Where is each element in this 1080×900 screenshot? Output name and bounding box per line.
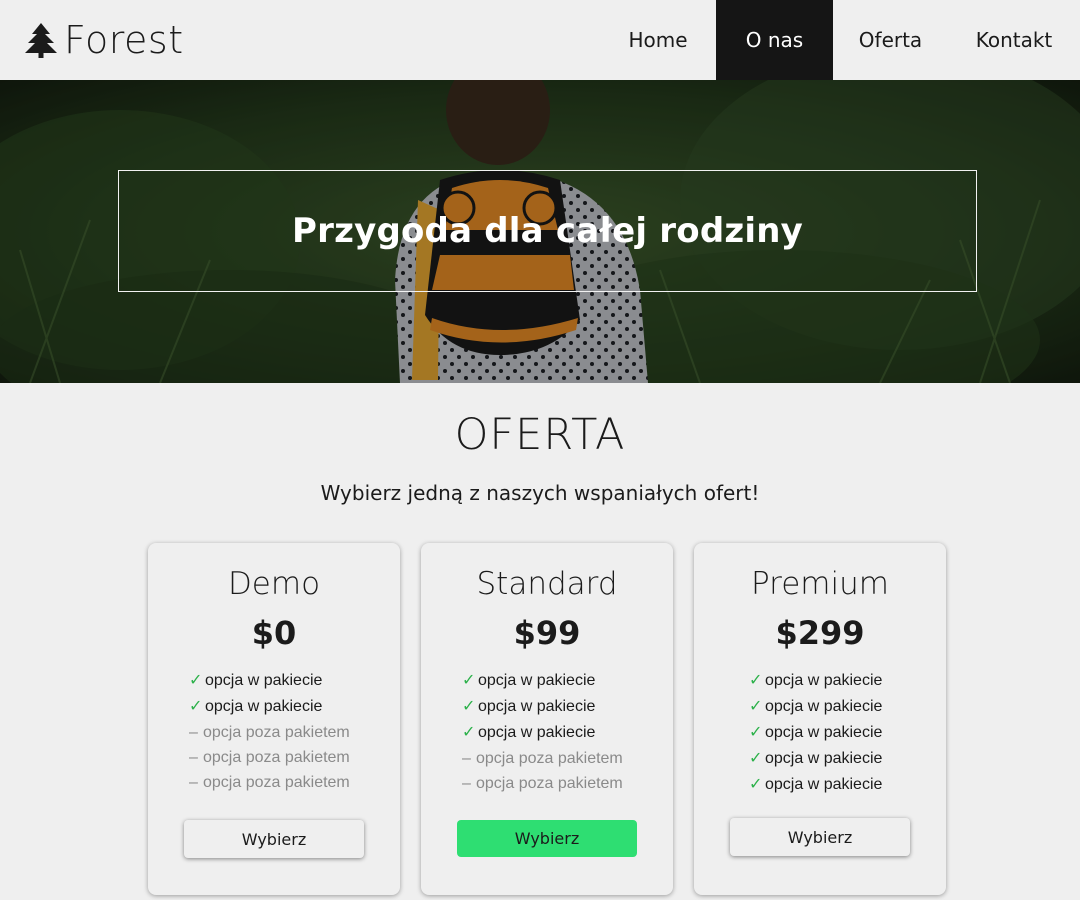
feature-included: ✓ opcja w pakiecie <box>189 668 350 694</box>
brand-name: Forest <box>64 18 184 62</box>
feature-text: opcja w pakiecie <box>765 750 883 767</box>
pricing-card-standard: Standard $99 ✓ opcja w pakiecie ✓ opcja w … <box>421 543 673 895</box>
feature-text: opcja poza pakietem <box>203 724 350 741</box>
nav-link-contact[interactable]: Kontakt <box>948 0 1080 80</box>
feature-included: ✓ opcja w pakiecie <box>462 720 623 746</box>
feature-text: opcja w pakiecie <box>478 724 596 741</box>
feature-included: ✓ opcja w pakiecie <box>189 694 350 720</box>
feature-text: opcja poza pakietem <box>476 775 623 792</box>
feature-excluded: – opcja poza pakietem <box>189 745 350 770</box>
pricing-card-demo: Demo $0 ✓ opcja w pakiecie ✓ opcja w pakie… <box>148 543 400 895</box>
checkmark-icon: ✓ <box>189 698 203 715</box>
feature-list: ✓ opcja w pakiecie ✓ opcja w pakiecie – opc… <box>189 668 350 795</box>
select-demo-button[interactable]: Wybierz <box>184 820 364 858</box>
hero-banner: Przygoda dla całej rodziny <box>0 80 1080 383</box>
feature-list: ✓ opcja w pakiecie ✓ opcja w pakiecie ✓ opc… <box>462 668 623 796</box>
feature-included: ✓ opcja w pakiecie <box>749 694 882 720</box>
feature-text: opcja w pakiecie <box>765 698 883 715</box>
pine-tree-icon <box>25 23 57 58</box>
feature-included: ✓ opcja w pakiecie <box>462 694 623 720</box>
plan-price: $0 <box>251 614 297 652</box>
pricing-card-premium: Premium $299 ✓ opcja w pakiecie ✓ opcja w … <box>694 543 946 895</box>
checkmark-icon: ✓ <box>462 724 476 741</box>
hero-title-box: Przygoda dla całej rodziny <box>118 170 977 292</box>
navbar: Forest Home O nas Oferta Kontakt <box>0 0 1080 80</box>
feature-text: opcja poza pakietem <box>203 749 350 766</box>
feature-excluded: – opcja poza pakietem <box>462 746 623 771</box>
feature-text: opcja w pakiecie <box>478 698 596 715</box>
checkmark-icon: ✓ <box>749 776 763 793</box>
checkmark-icon: ✓ <box>749 672 763 689</box>
checkmark-icon: ✓ <box>749 724 763 741</box>
plan-name: Premium <box>751 566 889 602</box>
select-premium-button[interactable]: Wybierz <box>730 818 910 856</box>
feature-included: ✓ opcja w pakiecie <box>749 720 882 746</box>
plan-name: Demo <box>227 566 321 602</box>
select-standard-button[interactable]: Wybierz <box>457 820 637 857</box>
dash-icon: – <box>462 750 471 767</box>
nav-link-about[interactable]: O nas <box>716 0 833 80</box>
dash-icon: – <box>189 774 198 791</box>
checkmark-icon: ✓ <box>462 698 476 715</box>
feature-included: ✓ opcja w pakiecie <box>462 668 623 694</box>
feature-included: ✓ opcja w pakiecie <box>749 746 882 772</box>
feature-included: ✓ opcja w pakiecie <box>749 668 882 694</box>
plan-name: Standard <box>476 566 618 602</box>
plan-price: $299 <box>775 614 865 652</box>
feature-text: opcja w pakiecie <box>765 776 883 793</box>
nav-link-home[interactable]: Home <box>600 0 716 80</box>
feature-text: opcja w pakiecie <box>205 698 323 715</box>
hero-title: Przygoda dla całej rodziny <box>292 211 803 251</box>
feature-excluded: – opcja poza pakietem <box>189 720 350 745</box>
offer-section-title: OFERTA <box>454 410 626 460</box>
checkmark-icon: ✓ <box>462 672 476 689</box>
feature-excluded: – opcja poza pakietem <box>189 770 350 795</box>
dash-icon: – <box>462 775 471 792</box>
feature-text: opcja poza pakietem <box>203 774 350 791</box>
brand-logo-link[interactable]: Forest <box>24 0 184 80</box>
checkmark-icon: ✓ <box>749 750 763 767</box>
feature-text: opcja w pakiecie <box>205 672 323 689</box>
plan-price: $99 <box>513 614 581 652</box>
checkmark-icon: ✓ <box>189 672 203 689</box>
feature-list: ✓ opcja w pakiecie ✓ opcja w pakiecie ✓ opc… <box>749 668 882 798</box>
dash-icon: – <box>189 749 198 766</box>
offer-section-subtitle: Wybierz jedną z naszych wspaniałych ofer… <box>320 481 760 505</box>
feature-included: ✓ opcja w pakiecie <box>749 772 882 798</box>
nav-link-offer[interactable]: Oferta <box>833 0 948 80</box>
main-nav: Home O nas Oferta Kontakt <box>600 0 1080 80</box>
feature-excluded: – opcja poza pakietem <box>462 771 623 796</box>
checkmark-icon: ✓ <box>749 698 763 715</box>
feature-text: opcja w pakiecie <box>765 672 883 689</box>
feature-text: opcja poza pakietem <box>476 750 623 767</box>
feature-text: opcja w pakiecie <box>765 724 883 741</box>
feature-text: opcja w pakiecie <box>478 672 596 689</box>
dash-icon: – <box>189 724 198 741</box>
